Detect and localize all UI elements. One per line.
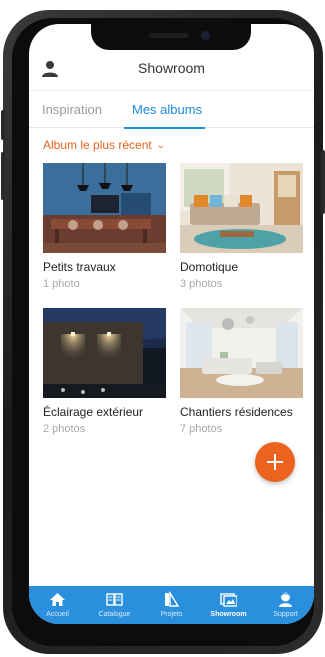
album-thumbnail — [43, 308, 166, 398]
nav-label: Showroom — [210, 611, 247, 618]
album-title: Domotique — [180, 260, 239, 274]
album-photo-count: 1 photo — [43, 278, 80, 290]
album-photo-count: 2 photos — [43, 423, 86, 435]
phone-notch — [91, 24, 251, 50]
app-screen: Showroom Inspiration Mes albums Album le… — [29, 24, 314, 624]
plus-icon — [267, 454, 283, 470]
nav-label: Accueil — [46, 611, 69, 618]
album-photo-count: 7 photos — [180, 423, 223, 435]
page-title: Showroom — [138, 60, 205, 76]
nav-label: Projets — [160, 611, 183, 618]
album-card[interactable]: Chantiers résidences 7 photos — [180, 308, 303, 438]
catalogue-icon — [106, 593, 123, 606]
projects-icon — [165, 591, 180, 607]
add-album-button[interactable] — [255, 442, 295, 482]
chevron-down-icon: ⌄ — [155, 140, 166, 150]
album-title: Éclairage extérieur — [43, 405, 144, 419]
app-header: Showroom — [29, 52, 314, 88]
home-icon — [50, 593, 65, 606]
nav-item-showroom[interactable]: Showroom — [200, 586, 257, 624]
album-thumbnail — [43, 163, 166, 253]
album-card[interactable]: Éclairage extérieur 2 photos — [43, 308, 166, 438]
front-camera — [201, 31, 210, 40]
album-thumbnail — [180, 163, 303, 253]
bottom-navigation: Accueil Catalogue Projets Showroom Suppo… — [29, 586, 314, 624]
album-thumbnail — [180, 308, 303, 398]
album-card[interactable]: Petits travaux 1 photo — [43, 163, 166, 293]
tab-mes-albums[interactable]: Mes albums — [132, 102, 202, 117]
nav-item-projets[interactable]: Projets — [143, 586, 200, 624]
support-icon — [279, 592, 292, 607]
album-photo-count: 3 photos — [180, 278, 223, 290]
album-title: Chantiers résidences — [180, 405, 293, 419]
tab-inspiration[interactable]: Inspiration — [42, 102, 102, 117]
phone-side-button — [321, 150, 325, 214]
sort-dropdown[interactable]: Album le plus récent ⌄ — [43, 138, 166, 152]
nav-item-accueil[interactable]: Accueil — [29, 586, 86, 624]
album-card[interactable]: Domotique 3 photos — [180, 163, 303, 293]
nav-label: Catalogue — [98, 611, 131, 618]
nav-item-catalogue[interactable]: Catalogue — [86, 586, 143, 624]
showroom-icon — [220, 593, 237, 607]
album-title: Petits travaux — [43, 260, 116, 274]
speaker-grille — [149, 33, 189, 38]
tab-bar: Inspiration Mes albums — [29, 90, 314, 129]
phone-side-button — [1, 152, 5, 200]
nav-label: Support — [273, 611, 298, 618]
sort-label: Album le plus récent — [43, 138, 152, 152]
phone-side-button — [1, 110, 5, 140]
nav-item-support[interactable]: Support — [257, 586, 314, 624]
active-tab-indicator — [124, 127, 205, 129]
